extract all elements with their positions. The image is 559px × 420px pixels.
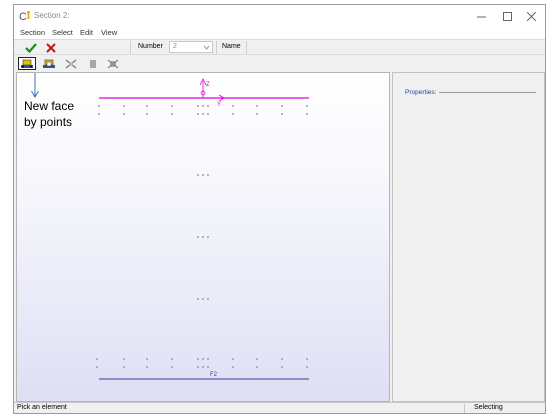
properties-panel: Properties: bbox=[392, 72, 545, 402]
minimize-button[interactable] bbox=[470, 8, 492, 24]
face-by-points-icon bbox=[21, 59, 33, 68]
cross-icon bbox=[46, 42, 56, 53]
check-icon bbox=[25, 42, 37, 53]
minimize-icon bbox=[476, 16, 486, 17]
title-bar: C Section 2: bbox=[14, 5, 545, 27]
close-button[interactable] bbox=[520, 8, 542, 24]
axis-y-label: Y bbox=[217, 102, 221, 108]
app-icon: C bbox=[19, 11, 30, 22]
block-icon bbox=[90, 59, 96, 68]
name-label: Name bbox=[222, 43, 241, 50]
chevron-down-icon bbox=[203, 45, 210, 50]
top-points bbox=[98, 105, 308, 115]
block-tool-button[interactable] bbox=[84, 57, 102, 70]
svg-text:C: C bbox=[19, 11, 27, 22]
status-message: Pick an element bbox=[17, 404, 67, 411]
face-f2-label: F2 bbox=[210, 372, 218, 378]
window-title: Section 2: bbox=[34, 11, 70, 20]
delete-element-icon bbox=[107, 59, 119, 68]
apply-button[interactable] bbox=[22, 41, 40, 54]
face-tool-icon bbox=[43, 59, 55, 68]
annotation-line-1: New face bbox=[24, 99, 75, 113]
properties-label: Properties: bbox=[405, 89, 437, 96]
properties-divider bbox=[439, 92, 536, 93]
maximize-icon bbox=[502, 11, 512, 21]
remove-face-icon bbox=[65, 58, 77, 69]
cancel-button[interactable] bbox=[42, 41, 60, 54]
new-face-by-points-button[interactable] bbox=[18, 57, 36, 70]
remove-face-button[interactable] bbox=[62, 57, 80, 70]
tools-toolbar bbox=[14, 55, 545, 72]
axis-z-label: Z bbox=[206, 82, 210, 88]
delete-tool-button[interactable] bbox=[104, 57, 122, 70]
drawing-canvas[interactable]: Z Y F2 New face by points bbox=[16, 72, 390, 402]
number-value: 2 bbox=[173, 43, 177, 50]
tooltip-annotation: New face by points bbox=[24, 98, 74, 130]
menu-view[interactable]: View bbox=[101, 28, 117, 37]
maximize-button[interactable] bbox=[496, 8, 518, 24]
bottom-points bbox=[96, 358, 308, 368]
close-icon bbox=[526, 11, 536, 21]
status-mode: Selecting bbox=[474, 404, 503, 411]
face-tool-button[interactable] bbox=[40, 57, 58, 70]
arrow-down-icon bbox=[31, 73, 39, 98]
status-divider bbox=[464, 404, 465, 413]
menu-section[interactable]: Section bbox=[20, 28, 45, 37]
section-window: C Section 2: Section Select Edit View Nu… bbox=[13, 4, 546, 414]
web-points bbox=[197, 174, 209, 300]
toolbar-divider bbox=[216, 41, 217, 54]
annotation-line-2: by points bbox=[24, 115, 73, 129]
toolbar-divider bbox=[130, 41, 131, 54]
menu-select[interactable]: Select bbox=[52, 28, 73, 37]
number-label: Number bbox=[138, 43, 163, 50]
menu-edit[interactable]: Edit bbox=[80, 28, 93, 37]
number-dropdown[interactable]: 2 bbox=[169, 41, 213, 53]
toolbar-divider bbox=[246, 41, 247, 54]
menu-bar: Section Select Edit View bbox=[14, 27, 545, 39]
status-bar: Pick an element Selecting bbox=[14, 402, 545, 413]
confirm-toolbar: Number 2 Name bbox=[14, 39, 545, 55]
